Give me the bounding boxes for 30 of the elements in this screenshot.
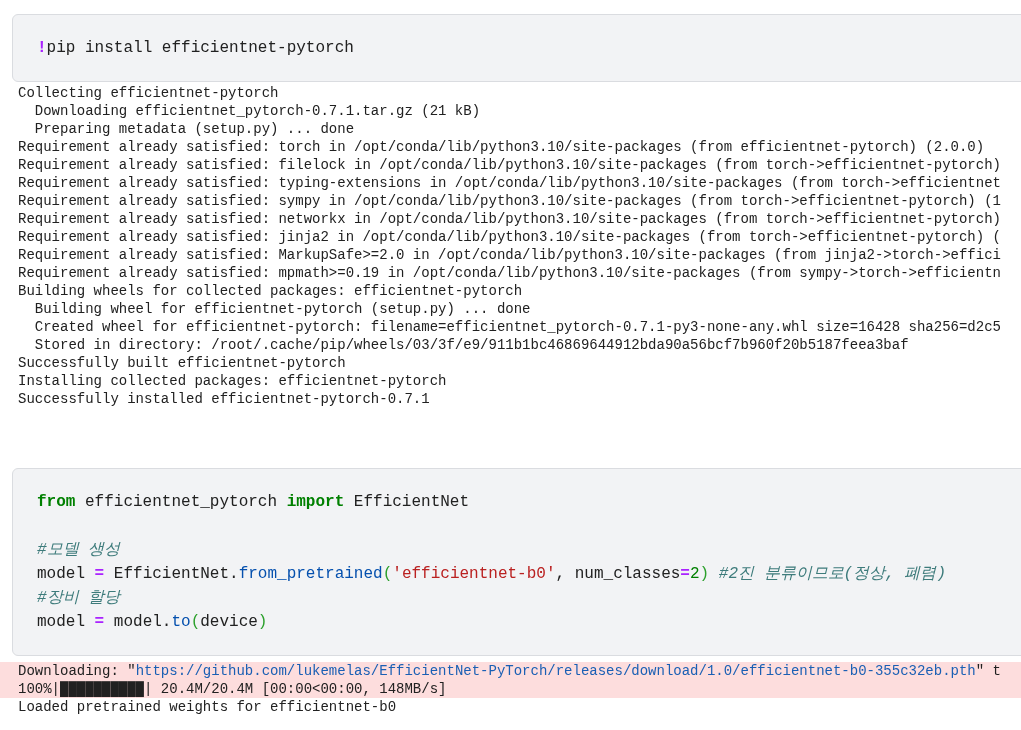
output-line: Successfully built efficientnet-pytorch [18,354,347,372]
code-line: model = model.to(device) [37,612,269,633]
output-line: Downloading: "https://github.com/lukemelas/EfficientNet-PyTorch/releases/download/1.0/efficientnet-b0-355c32eb.pth" t [18,662,1002,680]
code-line: model = EfficientNet.from_pretrained('efficientnet-b0', num_classes=2) #2진 분류이므로(정상, 폐렴) [37,564,947,585]
output-line: Installing collected packages: efficientnet-pytorch [18,372,448,390]
output-line: Building wheels for collected packages: efficientnet-pytorch [18,282,524,300]
output-line: 100%|██████████| 20.4M/20.4M [00:00<00:00, 148MB/s] [18,680,448,698]
code-cell[interactable]: !pip install efficientnet-pytorch [12,14,1021,82]
output-line: Downloading efficientnet_pytorch-0.7.1.tar.gz (21 kB) [33,102,482,120]
output-line: Collecting efficientnet-pytorch [18,84,280,102]
output-line: Requirement already satisfied: MarkupSafe>=2.0 in /opt/conda/lib/python3.10/site-packages (from jinja2->torch->effici [18,246,1002,264]
code-line: from efficientnet_pytorch import EfficientNet [37,492,471,513]
output-line: Requirement already satisfied: jinja2 in /opt/conda/lib/python3.10/site-packages (from torch->efficientnet-pytorch) ( [18,228,1002,246]
output-line: Building wheel for efficientnet-pytorch (setup.py) ... done [33,300,532,318]
output-line: Requirement already satisfied: typing-extensions in /opt/conda/lib/python3.10/site-packages (from torch->efficientnet [18,174,1002,192]
output-line: Requirement already satisfied: filelock in /opt/conda/lib/python3.10/site-packages (from torch->efficientnet-pytorch) [18,156,1002,174]
code-line: #모델 생성 [37,540,122,561]
output-line: Requirement already satisfied: sympy in /opt/conda/lib/python3.10/site-packages (from torch->efficientnet-pytorch) (1 [18,192,1002,210]
download-link[interactable]: https://github.com/lukemelas/EfficientNet-PyTorch/releases/download/1.0/efficientnet-b0-355c32eb.pth [135,663,976,679]
output-line: Successfully installed efficientnet-pytorch-0.7.1 [18,390,431,408]
output-line: Requirement already satisfied: torch in /opt/conda/lib/python3.10/site-packages (from efficientnet-pytorch) (2.0.0) [18,138,986,156]
code-cell[interactable]: from efficientnet_pytorch import EfficientNet #모델 생성 model = EfficientNet.from_pretrained('efficientnet-b0', num_classes=2) #2진 분류이므로(정상, 폐렴) #장비 할당 model = model.to(device) [12,468,1021,656]
output-line: Requirement already satisfied: mpmath>=0.19 in /opt/conda/lib/python3.10/site-packages (from sympy->torch->efficientn [18,264,1002,282]
output-line: Loaded pretrained weights for efficientnet-b0 [18,698,398,716]
output-line: Requirement already satisfied: networkx in /opt/conda/lib/python3.10/site-packages (from torch->efficientnet-pytorch) [18,210,1002,228]
output-line: Preparing metadata (setup.py) ... done [33,120,356,138]
output-line: Created wheel for efficientnet-pytorch: filename=efficientnet_pytorch-0.7.1-py3-none-any.whl size=16428 sha256=d2c5 [33,318,1002,336]
code-line: !pip install efficientnet-pytorch [37,38,355,59]
output-line: Stored in directory: /root/.cache/pip/wheels/03/3f/e9/911b1bc46869644912bda90a56bcf7b960f20b5187feea3baf [33,336,910,354]
code-line: #장비 할당 [37,588,123,609]
